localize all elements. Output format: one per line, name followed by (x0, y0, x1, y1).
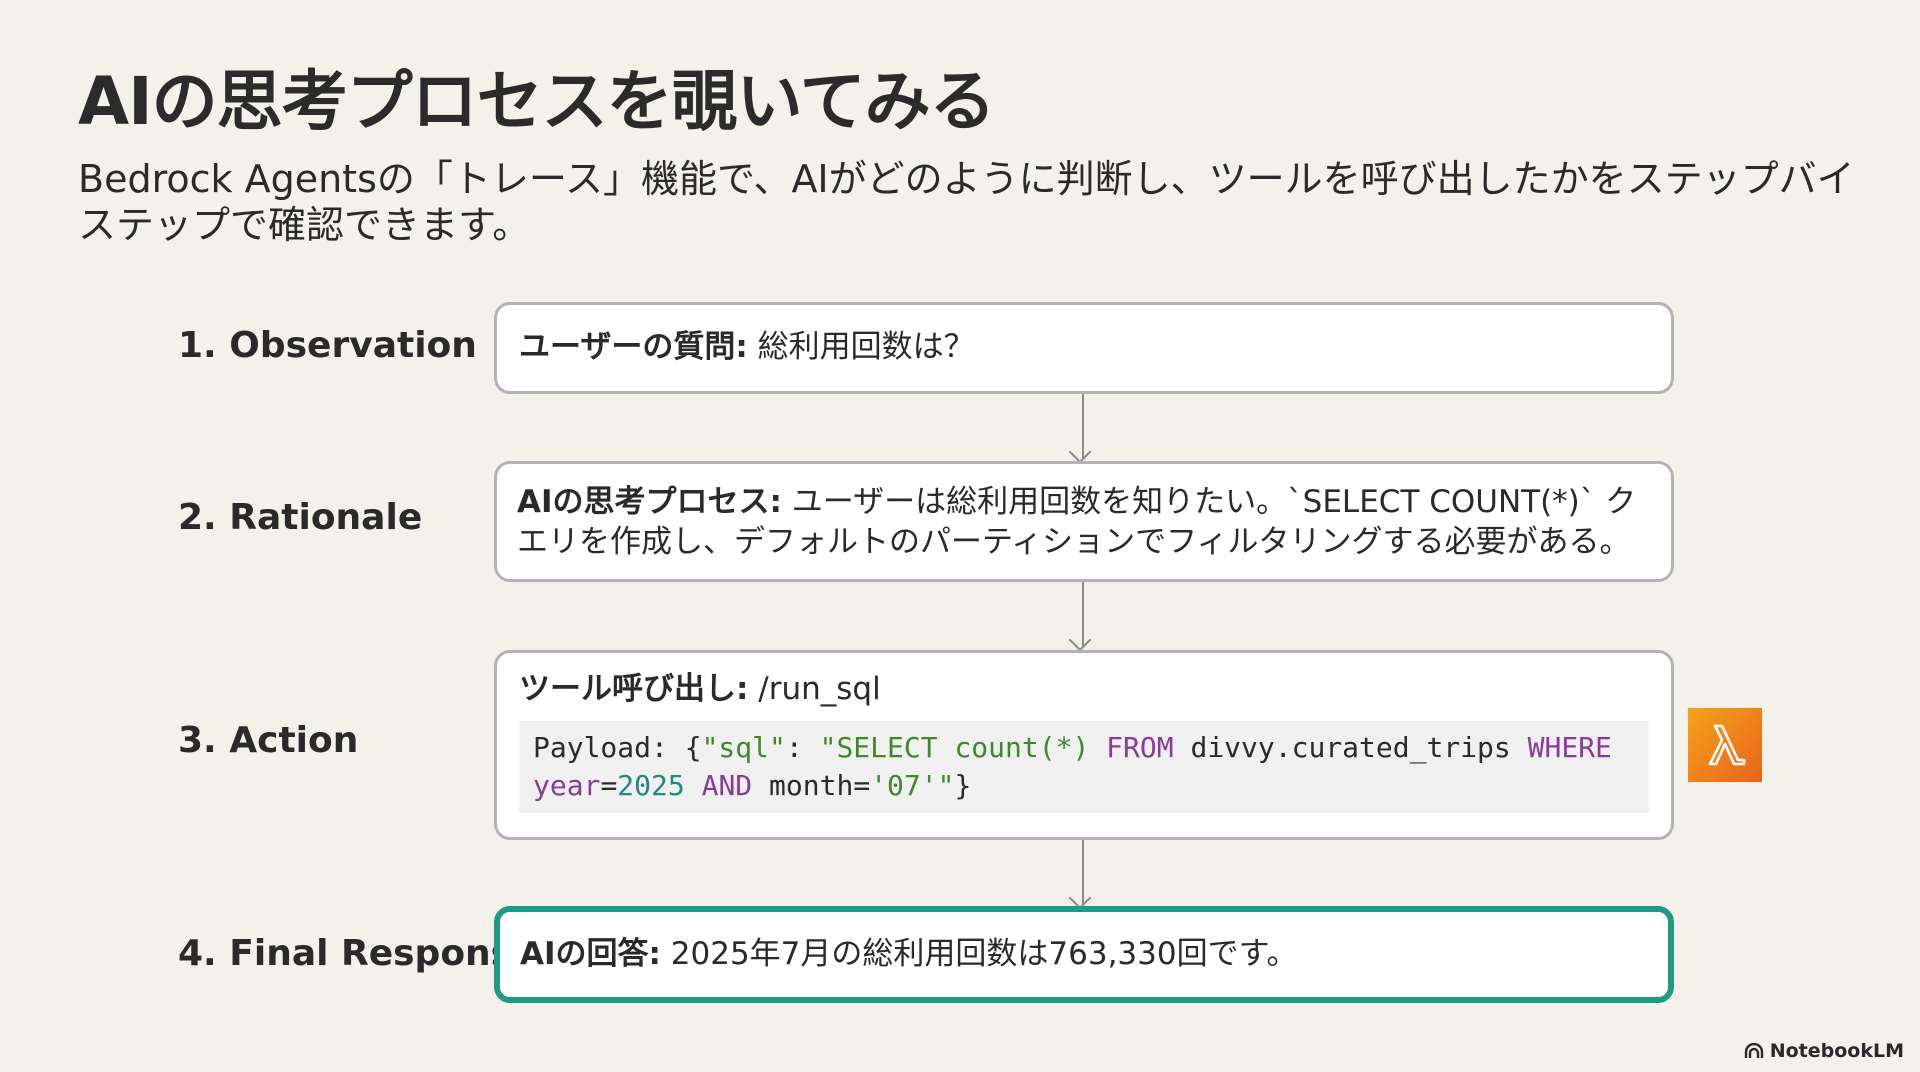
final-response-text: 2025年7月の総利用回数は763,330回です。 (660, 936, 1298, 972)
arrow-down-icon (1082, 394, 1084, 458)
step-label-action: 3. Action (178, 720, 359, 761)
action-box: ツール呼び出し: /run_sql Payload: {"sql": "SELE… (494, 650, 1674, 840)
brand-label: NotebookLM (1769, 1040, 1904, 1062)
rationale-heading: AIの思考プロセス: (517, 484, 782, 520)
notebooklm-brand: NotebookLM (1744, 1040, 1904, 1062)
page-title: AIの思考プロセスを覗いてみる (78, 63, 996, 140)
arrow-down-icon (1082, 840, 1084, 904)
rationale-box: AIの思考プロセス: ユーザーは総利用回数を知りたい。`SELECT COUNT… (494, 461, 1674, 582)
action-heading: ツール呼び出し: (519, 671, 749, 707)
step-label-observation: 1. Observation (178, 325, 477, 366)
step-label-final-response: 4. Final Response (178, 933, 537, 974)
page-subtitle: Bedrock Agentsの「トレース」機能で、AIがどのように判断し、ツール… (78, 157, 1855, 247)
arrow-down-icon (1082, 582, 1084, 646)
observation-box: ユーザーの質問: 総利用回数は？ (494, 302, 1674, 394)
payload-code: Payload: {"sql": "SELECT count(*) FROM d… (519, 721, 1649, 813)
observation-heading: ユーザーの質問: (519, 329, 748, 365)
step-label-rationale: 2. Rationale (178, 497, 423, 538)
notebooklm-icon (1744, 1043, 1763, 1058)
final-response-heading: AIの回答: (520, 936, 661, 972)
action-text: /run_sql (748, 671, 881, 707)
final-response-box: AIの回答: 2025年7月の総利用回数は763,330回です。 (494, 906, 1674, 1003)
aws-lambda-icon (1688, 708, 1762, 782)
observation-text: 総利用回数は？ (747, 329, 975, 365)
